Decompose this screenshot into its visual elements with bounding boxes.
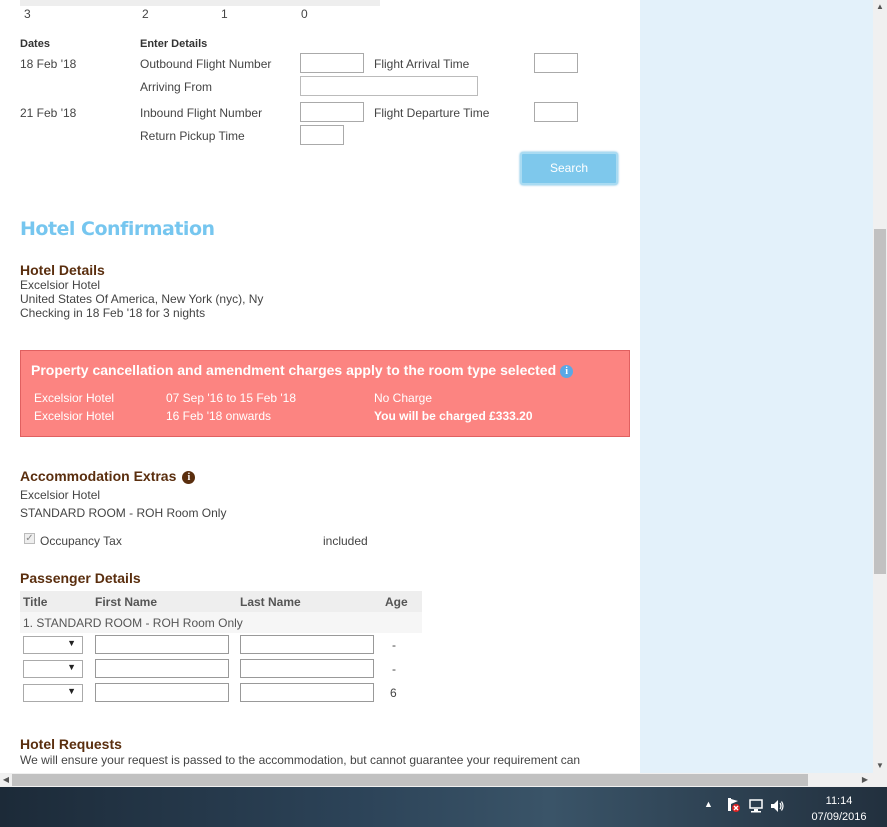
top-number-1: 3 xyxy=(24,7,31,21)
cancellation-title: Property cancellation and amendment char… xyxy=(31,362,574,378)
hotel-requests-text: We will ensure your request is passed to… xyxy=(20,753,581,767)
hotel-name: Excelsior Hotel xyxy=(20,278,101,292)
first-name-input[interactable] xyxy=(95,683,229,702)
passenger-age: - xyxy=(392,662,396,676)
show-hidden-icons-icon[interactable]: ▲ xyxy=(704,799,713,809)
last-name-input[interactable] xyxy=(240,683,374,702)
column-title: Title xyxy=(23,595,48,609)
outbound-date: 18 Feb '18 xyxy=(20,57,77,71)
scroll-down-icon[interactable]: ▼ xyxy=(873,759,887,773)
hotel-details-heading: Hotel Details xyxy=(20,262,105,278)
top-number-3: 1 xyxy=(221,7,228,21)
vertical-scroll-thumb[interactable] xyxy=(874,229,886,574)
inbound-flight-label: Inbound Flight Number xyxy=(140,106,263,120)
cancel-row-2-hotel: Excelsior Hotel xyxy=(34,409,115,423)
scroll-right-icon[interactable]: ▶ xyxy=(859,773,871,787)
volume-icon[interactable] xyxy=(769,798,785,817)
column-first-name: First Name xyxy=(95,595,158,609)
chevron-down-icon: ▼ xyxy=(67,638,76,648)
arrival-time-input[interactable] xyxy=(534,53,578,73)
search-button[interactable]: Search xyxy=(520,152,618,185)
accommodation-extras-heading: Accommodation Extras i xyxy=(20,468,196,484)
column-age: Age xyxy=(385,595,408,609)
clock-time[interactable]: 11:14 xyxy=(811,795,867,807)
last-name-input[interactable] xyxy=(240,659,374,678)
title-select[interactable]: ▼ xyxy=(23,660,83,678)
inbound-flight-input[interactable] xyxy=(300,102,364,122)
action-center-icon[interactable] xyxy=(726,797,740,812)
top-number-4: 0 xyxy=(301,7,308,21)
arriving-from-label: Arriving From xyxy=(140,80,213,94)
scroll-up-icon[interactable]: ▲ xyxy=(873,0,887,14)
extras-room: STANDARD ROOM - ROH Room Only xyxy=(20,506,227,520)
return-pickup-input[interactable] xyxy=(300,125,344,145)
vertical-scrollbar[interactable]: ▲ ▼ xyxy=(873,0,887,773)
top-table-strip xyxy=(20,0,380,6)
arrival-time-label: Flight Arrival Time xyxy=(374,57,470,71)
title-select[interactable]: ▼ xyxy=(23,684,83,702)
network-icon[interactable] xyxy=(748,798,764,817)
hotel-checkin: Checking in 18 Feb '18 for 3 nights xyxy=(20,306,206,320)
room-label: 1. STANDARD ROOM - ROH Room Only xyxy=(23,616,243,630)
hotel-confirmation-title: Hotel Confirmation xyxy=(20,218,215,240)
side-panel xyxy=(640,0,873,773)
inbound-date: 21 Feb '18 xyxy=(20,106,77,120)
booking-page: 3 2 1 0 Dates Enter Details 18 Feb '18 O… xyxy=(0,0,640,773)
return-pickup-label: Return Pickup Time xyxy=(140,129,245,143)
occupancy-tax-label: Occupancy Tax xyxy=(40,534,122,548)
chevron-down-icon: ▼ xyxy=(67,686,76,696)
column-last-name: Last Name xyxy=(240,595,301,609)
arriving-from-input[interactable] xyxy=(300,76,478,96)
scroll-corner xyxy=(873,773,887,787)
passenger-age: - xyxy=(392,638,396,652)
enter-details-header: Enter Details xyxy=(140,38,208,50)
departure-time-input[interactable] xyxy=(534,102,578,122)
hotel-requests-heading: Hotel Requests xyxy=(20,736,122,752)
passenger-details-heading: Passenger Details xyxy=(20,570,141,586)
cancel-row-2-period: 16 Feb '18 onwards xyxy=(166,409,272,423)
cancel-row-1-period: 07 Sep '16 to 15 Feb '18 xyxy=(166,391,297,405)
hotel-location: United States Of America, New York (nyc)… xyxy=(20,292,264,306)
cancellation-warning-box: Property cancellation and amendment char… xyxy=(20,350,630,437)
cancellation-title-text: Property cancellation and amendment char… xyxy=(31,362,557,378)
outbound-flight-label: Outbound Flight Number xyxy=(140,57,272,71)
cancel-row-2-charge: You will be charged £333.20 xyxy=(374,409,533,423)
title-select[interactable]: ▼ xyxy=(23,636,83,654)
dates-header: Dates xyxy=(20,38,50,50)
top-number-2: 2 xyxy=(142,7,149,21)
departure-time-label: Flight Departure Time xyxy=(374,106,490,120)
chevron-down-icon: ▼ xyxy=(67,662,76,672)
passenger-age: 6 xyxy=(390,686,397,700)
first-name-input[interactable] xyxy=(95,659,229,678)
horizontal-scrollbar[interactable]: ◀ ▶ xyxy=(0,773,873,787)
info-icon[interactable]: i xyxy=(560,365,574,378)
first-name-input[interactable] xyxy=(95,635,229,654)
system-tray: ▲ 11:14 07/09/2016 xyxy=(647,787,887,827)
outbound-flight-input[interactable] xyxy=(300,53,364,73)
extras-hotel: Excelsior Hotel xyxy=(20,488,101,502)
taskbar: ▲ 11:14 07/09/2016 xyxy=(0,787,887,827)
cancel-row-1-charge: No Charge xyxy=(374,391,433,405)
cancel-row-1-hotel: Excelsior Hotel xyxy=(34,391,115,405)
occupancy-tax-checkbox[interactable]: ✓ xyxy=(24,533,35,544)
scroll-left-icon[interactable]: ◀ xyxy=(0,773,12,787)
horizontal-scroll-thumb[interactable] xyxy=(12,774,808,786)
last-name-input[interactable] xyxy=(240,635,374,654)
accommodation-extras-heading-text: Accommodation Extras xyxy=(20,468,177,484)
info-icon[interactable]: i xyxy=(182,471,196,484)
occupancy-tax-status: included xyxy=(323,534,368,548)
passenger-table-header xyxy=(20,591,422,612)
clock-date[interactable]: 07/09/2016 xyxy=(805,811,873,823)
